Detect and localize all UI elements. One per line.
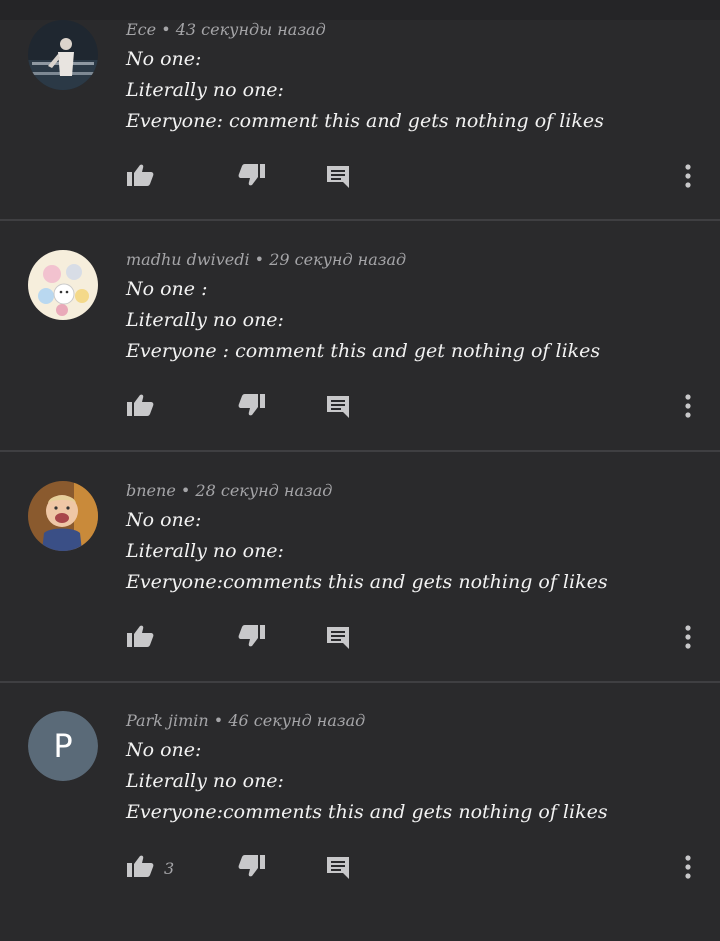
- more-vert-icon: [685, 394, 691, 418]
- reply-button[interactable]: [325, 624, 351, 650]
- more-vert-icon: [685, 625, 691, 649]
- timestamp[interactable]: 43 секунды назад: [176, 20, 326, 39]
- separator: •: [254, 250, 265, 269]
- comment-meta: madhu dwivedi • 29 секунд назад: [126, 250, 406, 269]
- more-vert-icon: [685, 855, 691, 879]
- comment-line: Literally no one:: [126, 770, 284, 792]
- divider: [0, 681, 720, 683]
- comment-item: P Park jimin • 46 секунд назад No one: L…: [0, 711, 720, 941]
- separator: •: [180, 481, 191, 500]
- comment-item: bnene • 28 секунд назад No one: Literall…: [0, 481, 720, 711]
- comment-line: Everyone:comments this and gets nothing …: [126, 801, 608, 823]
- comment-meta: Park jimin • 46 секунд назад: [126, 711, 365, 730]
- more-options-button[interactable]: [684, 624, 692, 650]
- more-vert-icon: [685, 164, 691, 188]
- top-strip: [0, 0, 720, 20]
- comment-line: Literally no one:: [126, 309, 284, 331]
- comment-actions: 3: [0, 854, 720, 884]
- comment-meta: bnene • 28 секунд назад: [126, 481, 332, 500]
- thumb-up-icon: [127, 625, 154, 647]
- like-button[interactable]: [126, 854, 154, 878]
- cartoon-characters-photo: [28, 250, 98, 320]
- thumb-down-icon: [238, 855, 265, 877]
- like-count: 3: [164, 859, 175, 878]
- comment-line: No one:: [126, 509, 202, 531]
- like-button[interactable]: [126, 624, 154, 648]
- dislike-button[interactable]: [238, 163, 266, 187]
- comment-line: Literally no one:: [126, 540, 284, 562]
- author-name[interactable]: madhu dwivedi: [126, 250, 250, 269]
- dancer-photo: [28, 20, 98, 90]
- thumb-up-icon: [127, 164, 154, 186]
- avatar-letter: P: [28, 711, 98, 781]
- more-options-button[interactable]: [684, 163, 692, 189]
- avatar[interactable]: [28, 20, 98, 90]
- comment-line: Everyone:comments this and gets nothing …: [126, 571, 608, 593]
- comment-item: Ece • 43 секунды назад No one: Literally…: [0, 20, 720, 250]
- comment-icon: [327, 166, 349, 188]
- separator: •: [161, 20, 171, 39]
- thumb-up-icon: [127, 855, 154, 877]
- comment-line: No one:: [126, 48, 202, 70]
- author-name[interactable]: Ece: [126, 20, 156, 39]
- comment-icon: [327, 396, 349, 418]
- dislike-button[interactable]: [238, 393, 266, 417]
- divider: [0, 219, 720, 221]
- separator: •: [213, 711, 224, 730]
- thumb-down-icon: [238, 394, 265, 416]
- child-photo: [28, 481, 98, 551]
- comment-item: madhu dwivedi • 29 секунд назад No one :…: [0, 250, 720, 480]
- comment-actions: [0, 393, 720, 423]
- dislike-button[interactable]: [238, 624, 266, 648]
- thumb-down-icon: [238, 164, 265, 186]
- timestamp[interactable]: 29 секунд назад: [269, 250, 406, 269]
- avatar[interactable]: P: [28, 711, 98, 781]
- comment-actions: [0, 624, 720, 654]
- reply-button[interactable]: [325, 854, 351, 880]
- more-options-button[interactable]: [684, 393, 692, 419]
- comment-meta: Ece • 43 секунды назад: [126, 20, 326, 39]
- author-name[interactable]: Park jimin: [126, 711, 209, 730]
- reply-button[interactable]: [325, 163, 351, 189]
- comment-actions: [0, 163, 720, 193]
- timestamp[interactable]: 28 секунд назад: [195, 481, 332, 500]
- more-options-button[interactable]: [684, 854, 692, 880]
- avatar[interactable]: [28, 481, 98, 551]
- comment-line: No one :: [126, 278, 208, 300]
- comment-icon: [327, 627, 349, 649]
- comment-line: Literally no one:: [126, 79, 284, 101]
- comment-line: Everyone : comment this and get nothing …: [126, 340, 601, 362]
- like-button[interactable]: [126, 393, 154, 417]
- comment-icon: [327, 857, 349, 879]
- author-name[interactable]: bnene: [126, 481, 176, 500]
- comment-line: Everyone: comment this and gets nothing …: [126, 110, 604, 132]
- like-button[interactable]: [126, 163, 154, 187]
- thumb-up-icon: [127, 394, 154, 416]
- thumb-down-icon: [238, 625, 265, 647]
- reply-button[interactable]: [325, 393, 351, 419]
- comment-line: No one:: [126, 739, 202, 761]
- avatar[interactable]: [28, 250, 98, 320]
- dislike-button[interactable]: [238, 854, 266, 878]
- timestamp[interactable]: 46 секунд назад: [228, 711, 365, 730]
- divider: [0, 450, 720, 452]
